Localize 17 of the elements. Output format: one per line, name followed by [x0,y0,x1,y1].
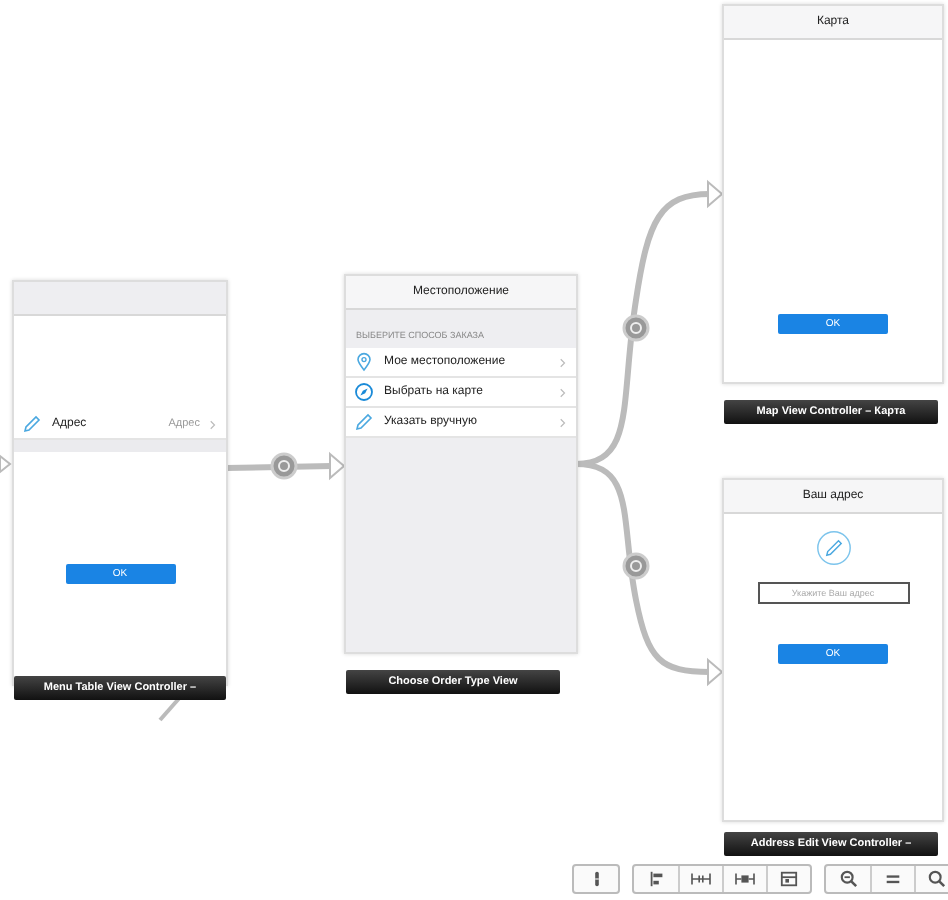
chevron-icon [210,419,216,429]
embed-icon [780,870,798,888]
zoom-in-icon[interactable] [914,866,948,892]
chevron-icon [560,357,566,367]
segue-icon[interactable] [622,314,650,342]
chevron-icon [560,417,566,427]
pin-icon [690,870,712,888]
compass-icon [354,382,374,402]
segue-icon[interactable] [622,552,650,580]
segue-icon[interactable] [270,452,298,480]
pencil-icon [22,414,42,434]
chevron-icon [560,387,566,397]
pencil-icon [815,530,851,566]
resolve-icon [734,870,756,888]
align-icon [647,870,665,888]
pencil-icon [354,412,374,432]
location-pin-icon [354,352,374,372]
